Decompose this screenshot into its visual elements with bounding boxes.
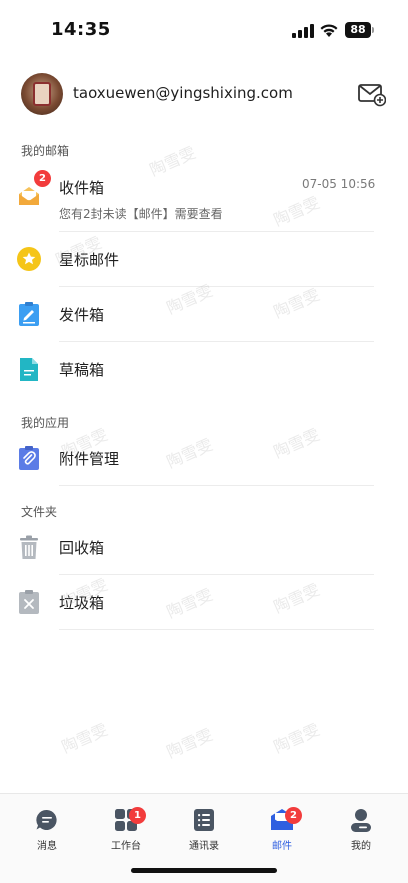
attachments-label: 附件管理 [59, 450, 120, 468]
divider [59, 629, 374, 630]
mail-badge: 2 [285, 807, 302, 824]
person-icon [351, 809, 371, 832]
trash-icon [20, 535, 38, 559]
chat-bubble-icon [36, 809, 57, 830]
tab-me[interactable]: 我的 [321, 794, 401, 854]
spam-label: 垃圾箱 [59, 594, 105, 612]
divider [59, 485, 374, 486]
pen-icon [19, 302, 39, 326]
paperclip-icon [19, 446, 39, 470]
inbox-preview: 您有2封未读【邮件】需要查看 [59, 207, 223, 221]
document-icon [20, 358, 38, 381]
tab-label: 消息 [37, 841, 57, 852]
status-time: 14:35 [51, 19, 111, 40]
folder-item-spam[interactable]: 垃圾箱 [0, 575, 408, 630]
tab-mail[interactable]: 2 邮件 [242, 794, 322, 854]
workbench-badge: 1 [129, 807, 146, 824]
tab-label: 邮件 [272, 841, 292, 852]
inbox-time: 07-05 10:56 [302, 177, 376, 191]
folder-item-sent[interactable]: 发件箱 [0, 287, 408, 342]
avatar[interactable] [21, 73, 63, 115]
section-title-folders: 文件夹 [21, 505, 58, 519]
contacts-icon [194, 809, 214, 831]
avatar-figure [33, 82, 51, 106]
recycle-label: 回收箱 [59, 539, 105, 557]
starred-label: 星标邮件 [59, 251, 120, 269]
envelope-open-icon [19, 187, 39, 205]
inbox-badge: 2 [34, 170, 51, 187]
sent-label: 发件箱 [59, 306, 105, 324]
section-title-my-mailbox: 我的邮箱 [21, 144, 70, 158]
section-title-my-apps: 我的应用 [21, 416, 70, 430]
battery-icon: 88 [345, 22, 371, 38]
battery-nub [372, 27, 374, 33]
folder-item-drafts[interactable]: 草稿箱 [0, 342, 408, 397]
status-bar: 14:35 88 [0, 0, 408, 60]
tab-label: 工作台 [111, 841, 141, 852]
watermark: 陶雪雯 [163, 724, 216, 762]
spam-icon [19, 590, 39, 614]
app-item-attachments[interactable]: 附件管理 [0, 431, 408, 486]
tab-messages[interactable]: 消息 [7, 794, 87, 854]
watermark: 陶雪雯 [58, 719, 111, 757]
account-email[interactable]: taoxuewen@yingshixing.com [73, 84, 293, 102]
inbox-label: 收件箱 [59, 179, 105, 197]
tab-contacts[interactable]: 通讯录 [164, 794, 244, 854]
watermark: 陶雪雯 [270, 719, 323, 757]
drafts-label: 草稿箱 [59, 361, 105, 379]
tab-workbench[interactable]: 1 工作台 [86, 794, 166, 854]
account-row[interactable]: taoxuewen@yingshixing.com [0, 70, 408, 120]
star-icon [17, 247, 41, 271]
signal-icon [292, 24, 314, 38]
mail-plus-icon[interactable] [358, 83, 386, 107]
folder-item-starred[interactable]: 星标邮件 [0, 232, 408, 287]
home-indicator [131, 868, 277, 873]
wifi-icon [320, 24, 338, 37]
tab-label: 我的 [351, 841, 371, 852]
folder-item-recycle[interactable]: 回收箱 [0, 520, 408, 575]
tab-label: 通讯录 [189, 841, 219, 852]
